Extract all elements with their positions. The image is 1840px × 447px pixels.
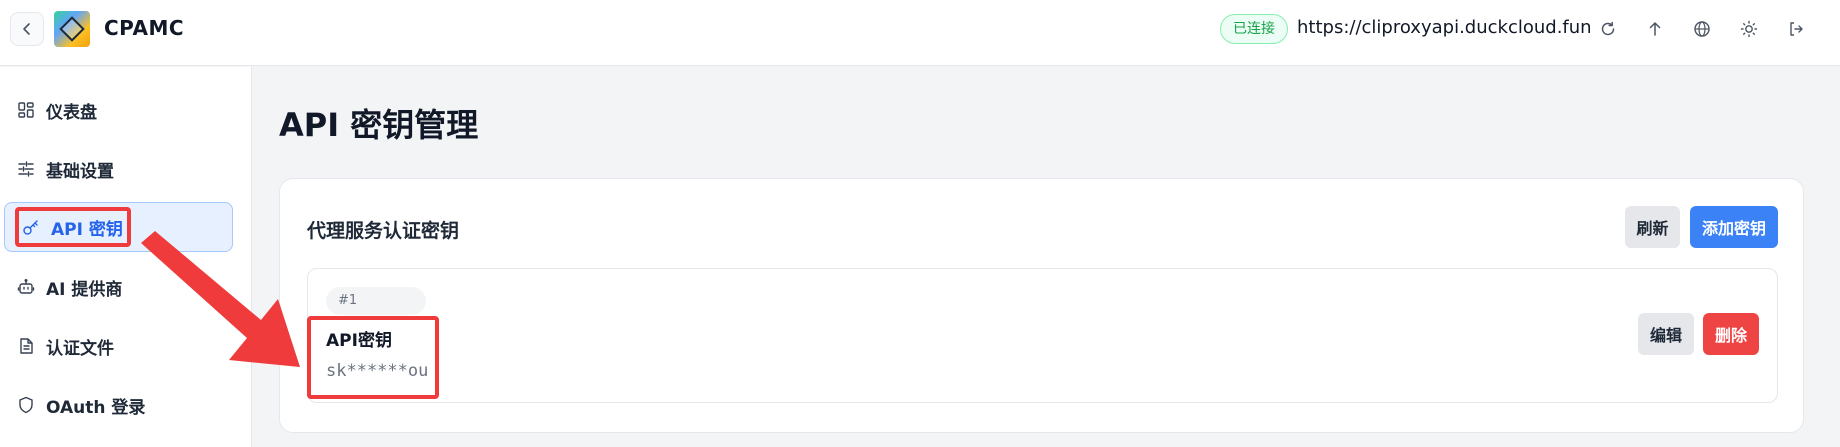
back-button[interactable] [10,12,44,46]
annotation-highlight-box [15,207,131,247]
bot-icon [16,277,36,297]
key-index-badge: #1 [326,287,426,315]
chevron-left-icon [23,23,30,35]
annotation-highlight-box [307,316,439,399]
sidebar-item-auth-files[interactable]: 认证文件 [0,321,232,371]
sun-icon[interactable] [1737,17,1761,41]
connection-status-badge: 已连接 [1220,14,1288,44]
sidebar-item-label: 基础设置 [46,161,114,182]
sidebar-item-label: 仪表盘 [46,102,97,123]
card-title: 代理服务认证密钥 [307,220,460,242]
top-bar: CPAMC 已连接 https://cliproxyapi.duckcloud.… [0,0,1840,66]
arrow-up-icon[interactable] [1643,17,1667,41]
shield-icon [16,395,36,415]
delete-key-button[interactable]: 删除 [1703,313,1759,355]
sidebar-item-label: OAuth 登录 [46,397,146,418]
refresh-button[interactable]: 刷新 [1625,206,1680,248]
app-logo [54,11,90,47]
sidebar-item-ai-providers[interactable]: AI 提供商 [0,262,232,312]
sidebar-item-dashboard[interactable]: 仪表盘 [0,85,232,135]
logout-icon[interactable] [1784,17,1808,41]
key-list-item [307,268,1778,403]
edit-key-button[interactable]: 编辑 [1638,313,1694,355]
dashboard-icon [16,100,36,120]
refresh-icon[interactable] [1596,17,1620,41]
globe-icon[interactable] [1690,17,1714,41]
sidebar-item-label: AI 提供商 [46,279,123,300]
page-title: API 密钥管理 [279,106,479,144]
sidebar-item-basic-settings[interactable]: 基础设置 [0,144,232,194]
sidebar-item-label: 认证文件 [46,338,114,359]
app-title: CPAMC [104,16,185,40]
add-key-button[interactable]: 添加密钥 [1690,206,1778,248]
sliders-icon [16,159,36,179]
sidebar-item-oauth-login[interactable]: OAuth 登录 [0,380,232,430]
file-icon [16,336,36,356]
server-url: https://cliproxyapi.duckcloud.fun [1297,17,1592,38]
